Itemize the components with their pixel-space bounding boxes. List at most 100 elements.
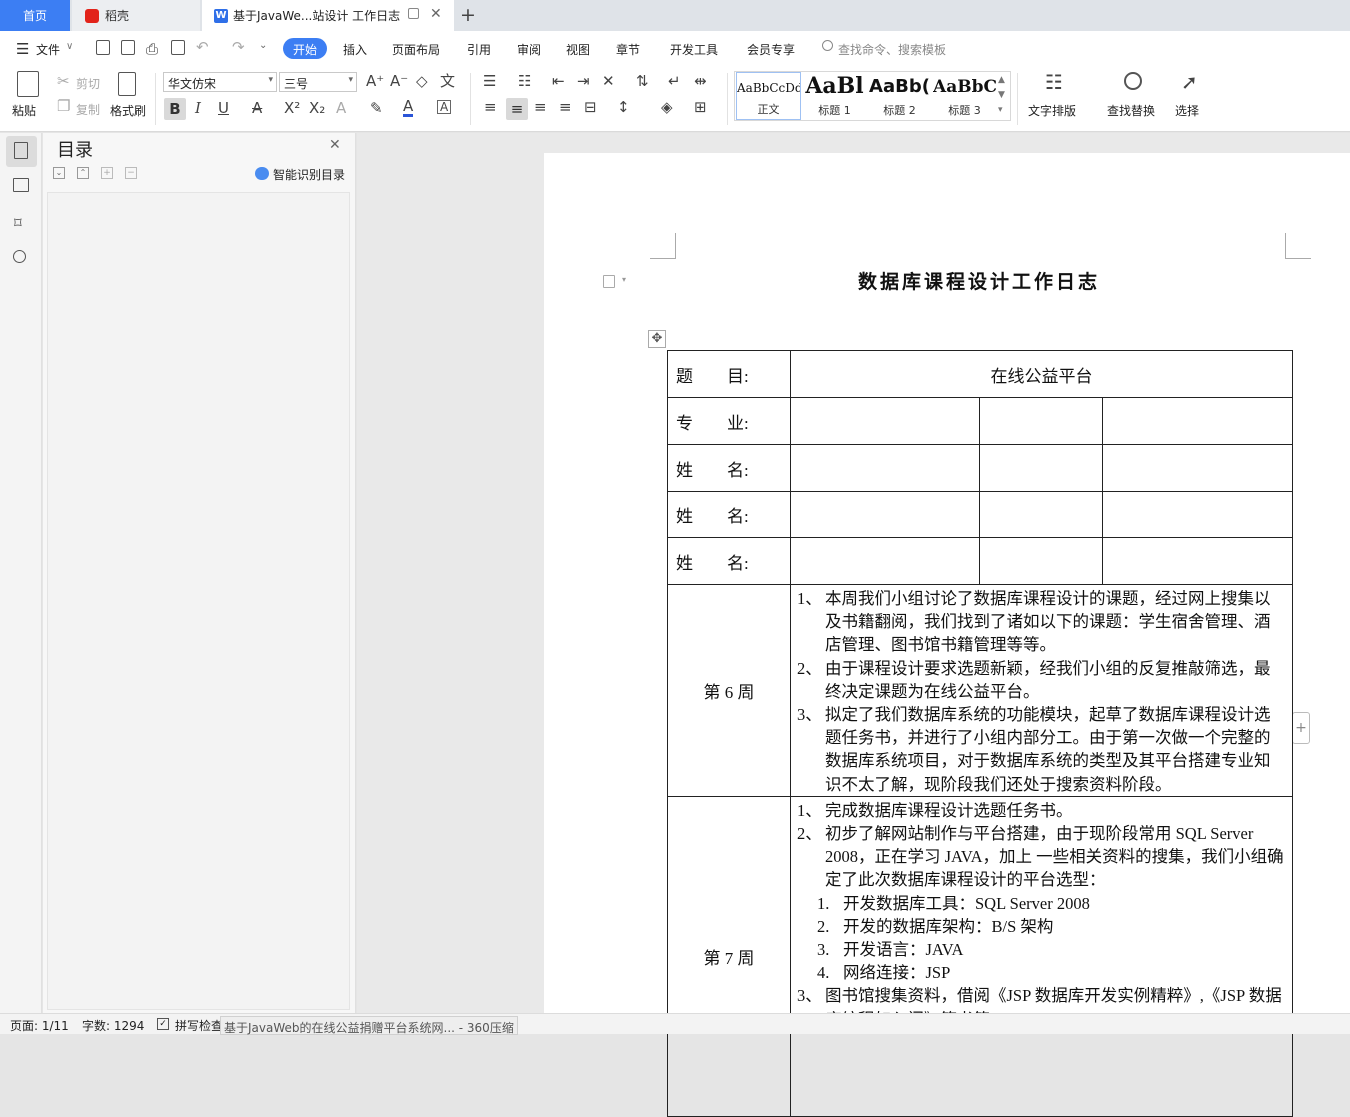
paste-button[interactable]: 粘贴: [12, 102, 36, 119]
menu-references[interactable]: 引用: [467, 41, 491, 58]
add-heading-icon[interactable]: +: [101, 167, 113, 179]
cut-button[interactable]: 剪切: [76, 75, 100, 92]
hamburger-icon[interactable]: ☰: [16, 40, 29, 58]
bullet-list-icon[interactable]: ☰: [483, 74, 496, 89]
export-pdf-icon[interactable]: [121, 40, 135, 55]
style-heading-3[interactable]: AaBbC 标题 3: [933, 72, 996, 120]
week-7-content[interactable]: 1、 完成数据库课程设计选题任务书。 2、 初步了解网站制作与平台搭建，由于现阶段常…: [789, 795, 1294, 1117]
print-preview-icon[interactable]: [171, 40, 185, 55]
table-cell[interactable]: [790, 491, 980, 538]
increase-indent-icon[interactable]: ⇥: [577, 74, 590, 89]
highlight-icon[interactable]: ✎: [370, 101, 383, 116]
decrease-indent-icon[interactable]: ⇤: [552, 74, 565, 89]
table-add-column-icon[interactable]: +: [1292, 712, 1310, 744]
sort-icon[interactable]: ⇅: [636, 74, 649, 89]
table-cell[interactable]: [790, 444, 980, 492]
close-icon[interactable]: ✕: [329, 137, 341, 153]
char-border-icon[interactable]: A: [437, 100, 452, 114]
strikethrough-button[interactable]: A: [252, 101, 262, 116]
style-normal[interactable]: AaBbCcDd 正文: [736, 72, 801, 120]
table-cell[interactable]: [1101, 491, 1294, 538]
style-scroll-icon[interactable]: ▲ ▼ ▾: [998, 73, 1005, 118]
grow-font-icon[interactable]: A⁺: [366, 74, 384, 89]
font-color-icon[interactable]: A: [403, 99, 414, 117]
subscript-button[interactable]: X₂: [309, 101, 325, 116]
italic-button[interactable]: I: [195, 101, 201, 116]
format-painter-button[interactable]: 格式刷: [110, 102, 146, 119]
menu-member[interactable]: 会员专享: [747, 41, 795, 58]
borders-icon[interactable]: ⊞: [694, 100, 707, 115]
table-cell[interactable]: [979, 537, 1103, 585]
collapse-all-icon[interactable]: ⌃: [77, 167, 89, 179]
spell-check-toggle[interactable]: 拼写检查: [175, 1017, 223, 1034]
menu-review[interactable]: 审阅: [517, 41, 541, 58]
select-button[interactable]: 选择: [1175, 102, 1199, 119]
tab-daoke[interactable]: 稻壳: [72, 0, 200, 31]
char-spacing-icon[interactable]: ⇹: [694, 74, 707, 89]
menu-file[interactable]: 文件: [36, 41, 60, 58]
table-cell[interactable]: [1101, 397, 1294, 445]
shading-icon[interactable]: ◈: [661, 100, 673, 115]
clear-format-icon[interactable]: ◇: [416, 74, 428, 89]
superscript-button[interactable]: X²: [284, 101, 300, 116]
tab-pin-icon[interactable]: [408, 8, 419, 19]
tab-document[interactable]: W 基于JavaWe...站设计 工作日志 ✕: [202, 0, 454, 31]
text-layout-button[interactable]: 文字排版: [1028, 102, 1076, 119]
word-count[interactable]: 字数: 1294: [82, 1017, 144, 1034]
style-heading-2[interactable]: AaBb( 标题 2: [868, 72, 931, 120]
undo-icon[interactable]: ↶: [196, 38, 209, 56]
menu-page-layout[interactable]: 页面布局: [392, 41, 440, 58]
align-right-icon[interactable]: ≡: [534, 100, 547, 115]
table-cell[interactable]: [979, 397, 1103, 445]
tab-close-icon[interactable]: ✕: [430, 6, 442, 22]
table-cell[interactable]: [1101, 444, 1294, 492]
font-size-select[interactable]: 三号: [279, 72, 357, 92]
table-cell[interactable]: [790, 397, 980, 445]
menu-developer[interactable]: 开发工具: [670, 41, 718, 58]
taskbar-tooltip[interactable]: 基于JavaWeb的在线公益捐赠平台系统网... - 360压缩: [220, 1016, 518, 1035]
table-cell[interactable]: [979, 444, 1103, 492]
command-search-input[interactable]: 查找命令、搜索模板: [838, 41, 946, 58]
menu-insert[interactable]: 插入: [343, 41, 367, 58]
shrink-font-icon[interactable]: A⁻: [390, 74, 408, 89]
numbered-list-icon[interactable]: ☷: [518, 74, 531, 89]
font-name-select[interactable]: 华文仿宋: [163, 72, 277, 92]
chapter-nav-icon[interactable]: [13, 178, 29, 192]
paste-icon[interactable]: [17, 71, 39, 97]
style-heading-1[interactable]: AaBl 标题 1: [803, 72, 866, 120]
chinese-layout-icon[interactable]: ✕: [602, 74, 615, 89]
table-cell[interactable]: [790, 537, 980, 585]
remove-heading-icon[interactable]: −: [125, 167, 137, 179]
bookmark-icon[interactable]: ⌑: [14, 214, 22, 232]
phonetic-guide-icon[interactable]: 文: [440, 74, 455, 89]
customize-qat-icon[interactable]: ⌄: [259, 40, 267, 51]
search-nav-icon[interactable]: [13, 250, 26, 263]
page-count[interactable]: 页面: 1/11: [10, 1017, 69, 1034]
smart-toc-button[interactable]: 智能识别目录: [273, 166, 345, 183]
table-cell[interactable]: [1101, 537, 1294, 585]
show-marks-icon[interactable]: ↵: [668, 74, 681, 89]
save-icon[interactable]: [96, 40, 110, 55]
copy-button[interactable]: 复制: [76, 101, 100, 118]
bold-button[interactable]: B: [164, 98, 186, 120]
align-center-icon[interactable]: ≡: [506, 98, 528, 120]
underline-button[interactable]: U: [218, 101, 229, 116]
navigation-rail: ⌑: [0, 133, 42, 1013]
align-left-icon[interactable]: ≡: [484, 100, 497, 115]
table-move-icon[interactable]: ✥: [648, 330, 666, 348]
justify-icon[interactable]: ≡: [559, 100, 572, 115]
print-icon[interactable]: ⎙: [146, 40, 158, 58]
line-spacing-icon[interactable]: ↕: [617, 100, 630, 115]
distributed-icon[interactable]: ⊟: [584, 100, 597, 115]
new-tab-icon[interactable]: +: [460, 4, 476, 26]
redo-icon[interactable]: ↷: [232, 38, 245, 56]
topic-value[interactable]: 在线公益平台: [789, 350, 1294, 398]
week-6-content[interactable]: 1、 本周我们小组讨论了数据库课程设计的课题，经过网上搜集以及书籍翻阅，我们找到了…: [789, 584, 1294, 797]
tab-home[interactable]: 首页: [0, 0, 70, 31]
menu-view[interactable]: 视图: [566, 41, 590, 58]
expand-all-icon[interactable]: ⌄: [53, 167, 65, 179]
find-replace-button[interactable]: 查找替换: [1107, 102, 1155, 119]
text-effect-button[interactable]: A: [336, 101, 346, 116]
table-cell[interactable]: [979, 491, 1103, 538]
menu-chapter[interactable]: 章节: [616, 41, 640, 58]
